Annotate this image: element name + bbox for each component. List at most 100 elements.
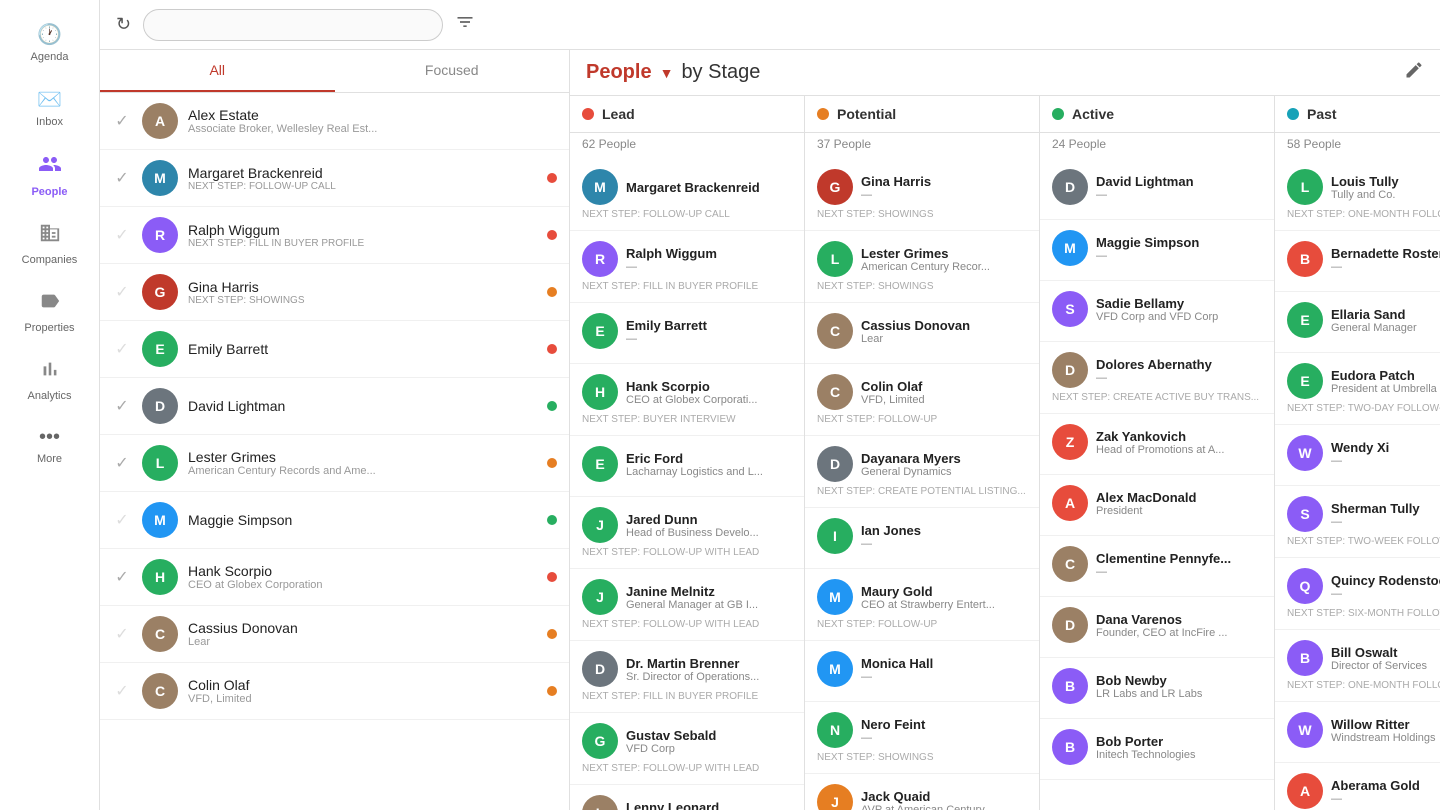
- card-text: Gina Harris —: [861, 174, 931, 201]
- item-name: Colin Olaf: [188, 677, 537, 693]
- kanban-card[interactable]: D Dr. Martin Brenner Sr. Director of Ope…: [570, 641, 804, 713]
- list-item[interactable]: ✓ D David Lightman: [100, 378, 569, 435]
- kanban-card[interactable]: Z Zak Yankovich Head of Promotions at A.…: [1040, 414, 1274, 475]
- card-name: Ian Jones: [861, 523, 921, 538]
- avatar: D: [1052, 607, 1088, 643]
- kanban-card[interactable]: W Wendy Xi —: [1275, 425, 1440, 486]
- card-text: Colin Olaf VFD, Limited: [861, 379, 925, 406]
- list-item[interactable]: ✓ E Emily Barrett: [100, 321, 569, 378]
- kanban-card[interactable]: N Nero Feint — NEXT STEP: SHOWINGS: [805, 702, 1039, 774]
- kanban-card[interactable]: B Bernadette Rostenko... —: [1275, 231, 1440, 292]
- list-item[interactable]: ✓ H Hank Scorpio CEO at Globex Corporati…: [100, 549, 569, 606]
- card-sub: —: [1331, 588, 1440, 600]
- kanban-card[interactable]: Q Quincy Rodenstock — NEXT STEP: SIX-MON…: [1275, 558, 1440, 630]
- avatar: M: [142, 160, 178, 196]
- avatar: D: [817, 446, 853, 482]
- kanban-card[interactable]: J Jack Quaid AVP at American Century... …: [805, 774, 1039, 810]
- kanban-card[interactable]: S Sadie Bellamy VFD Corp and VFD Corp: [1040, 281, 1274, 342]
- kanban-card[interactable]: D David Lightman —: [1040, 159, 1274, 220]
- list-item[interactable]: ✓ C Cassius Donovan Lear: [100, 606, 569, 663]
- item-sub: American Century Records and Ame...: [188, 465, 537, 477]
- kanban-card[interactable]: E Eudora Patch President at Umbrella Lab…: [1275, 353, 1440, 425]
- kanban-card[interactable]: E Emily Barrett —: [570, 303, 804, 364]
- filter-button[interactable]: [451, 8, 479, 41]
- status-dot: [547, 230, 557, 240]
- list-item[interactable]: ✓ G Gina Harris NEXT STEP: SHOWINGS: [100, 264, 569, 321]
- card-name: Bob Newby: [1096, 673, 1202, 688]
- kanban-card[interactable]: E Eric Ford Lacharnay Logistics and L...: [570, 436, 804, 497]
- sidebar-item-analytics[interactable]: Analytics: [0, 346, 99, 414]
- kanban-card[interactable]: C Cassius Donovan Lear: [805, 303, 1039, 364]
- kanban-card[interactable]: G Gustav Sebald VFD Corp NEXT STEP: FOLL…: [570, 713, 804, 785]
- card-sub: —: [861, 538, 921, 550]
- sidebar-item-properties[interactable]: Properties: [0, 278, 99, 346]
- kanban-card[interactable]: B Bob Porter Initech Technologies: [1040, 719, 1274, 780]
- kanban-card[interactable]: I Ian Jones —: [805, 508, 1039, 569]
- sidebar-item-companies[interactable]: Companies: [0, 210, 99, 278]
- card-sub: —: [1331, 516, 1420, 528]
- sidebar-item-people[interactable]: People: [0, 140, 99, 210]
- card-person: C Colin Olaf VFD, Limited: [817, 374, 1027, 410]
- kanban-card[interactable]: M Margaret Brackenreid NEXT STEP: FOLLOW…: [570, 159, 804, 231]
- kanban-card[interactable]: W Willow Ritter Windstream Holdings: [1275, 702, 1440, 763]
- kanban-card[interactable]: B Bob Newby LR Labs and LR Labs: [1040, 658, 1274, 719]
- kanban-card[interactable]: R Ralph Wiggum — NEXT STEP: FILL IN BUYE…: [570, 231, 804, 303]
- card-text: Willow Ritter Windstream Holdings: [1331, 717, 1436, 744]
- kanban-card[interactable]: D Dana Varenos Founder, CEO at IncFire .…: [1040, 597, 1274, 658]
- kanban-card[interactable]: A Aberama Gold — NEXT STEP: TWO-DAY FOLL…: [1275, 763, 1440, 810]
- kanban-card[interactable]: D Dayanara Myers General Dynamics NEXT S…: [805, 436, 1039, 508]
- avatar: C: [817, 374, 853, 410]
- card-person: G Gustav Sebald VFD Corp: [582, 723, 792, 759]
- sidebar-item-agenda[interactable]: 🕐 Agenda: [0, 10, 99, 75]
- list-item[interactable]: ✓ M Maggie Simpson: [100, 492, 569, 549]
- card-text: Maggie Simpson —: [1096, 235, 1199, 262]
- card-sub: —: [1096, 250, 1199, 262]
- check-icon: ✓: [112, 396, 132, 416]
- avatar: B: [1287, 241, 1323, 277]
- tab-all[interactable]: All: [100, 50, 335, 92]
- card-sub: CEO at Globex Corporati...: [626, 394, 757, 406]
- search-input[interactable]: [143, 9, 443, 41]
- kanban-card[interactable]: C Clementine Pennyfe... —: [1040, 536, 1274, 597]
- list-item[interactable]: ✓ M Margaret Brackenreid NEXT STEP: FOLL…: [100, 150, 569, 207]
- item-sub: CEO at Globex Corporation: [188, 579, 537, 591]
- kanban-card[interactable]: L Lenny Leonard Manager at Springfield N…: [570, 785, 804, 810]
- tab-focused[interactable]: Focused: [335, 50, 570, 92]
- kanban-card[interactable]: L Louis Tully Tully and Co. NEXT STEP: O…: [1275, 159, 1440, 231]
- refresh-button[interactable]: ↻: [112, 10, 135, 39]
- kanban-card[interactable]: C Colin Olaf VFD, Limited NEXT STEP: FOL…: [805, 364, 1039, 436]
- avatar: J: [817, 784, 853, 810]
- list-item[interactable]: ✓ C Colin Olaf VFD, Limited: [100, 663, 569, 720]
- card-person: M Maury Gold CEO at Strawberry Entert...: [817, 579, 1027, 615]
- kanban-card[interactable]: M Maury Gold CEO at Strawberry Entert...…: [805, 569, 1039, 641]
- card-person: D Dayanara Myers General Dynamics: [817, 446, 1027, 482]
- edit-button[interactable]: [1404, 60, 1424, 85]
- sidebar-item-more[interactable]: ••• More: [0, 414, 99, 477]
- kanban-card[interactable]: L Lester Grimes American Century Recor..…: [805, 231, 1039, 303]
- card-next: NEXT STEP: FOLLOW-UP: [817, 414, 1027, 425]
- kanban-card[interactable]: B Bill Oswalt Director of Services NEXT …: [1275, 630, 1440, 702]
- kanban-card[interactable]: M Monica Hall —: [805, 641, 1039, 702]
- list-item[interactable]: ✓ L Lester Grimes American Century Recor…: [100, 435, 569, 492]
- kanban-card[interactable]: J Janine Melnitz General Manager at GB I…: [570, 569, 804, 641]
- kanban-card[interactable]: J Jared Dunn Head of Business Develo... …: [570, 497, 804, 569]
- card-sub: Sr. Director of Operations...: [626, 671, 759, 683]
- kanban-card[interactable]: G Gina Harris — NEXT STEP: SHOWINGS: [805, 159, 1039, 231]
- kanban-card[interactable]: H Hank Scorpio CEO at Globex Corporati..…: [570, 364, 804, 436]
- card-next: NEXT STEP: SHOWINGS: [817, 752, 1027, 763]
- dropdown-arrow[interactable]: ▼: [660, 65, 674, 81]
- item-name: Hank Scorpio: [188, 563, 537, 579]
- kanban-card[interactable]: D Dolores Abernathy — NEXT STEP: CREATE …: [1040, 342, 1274, 414]
- list-item[interactable]: ✓ A Alex Estate Associate Broker, Welles…: [100, 93, 569, 150]
- card-text: Gustav Sebald VFD Corp: [626, 728, 716, 755]
- kanban-card[interactable]: A Alex MacDonald President: [1040, 475, 1274, 536]
- card-sub: Director of Services: [1331, 660, 1427, 672]
- sidebar-item-inbox[interactable]: ✉️ Inbox: [0, 75, 99, 140]
- board-header: People ▼ by Stage: [570, 50, 1440, 96]
- list-item[interactable]: ✓ R Ralph Wiggum NEXT STEP: FILL IN BUYE…: [100, 207, 569, 264]
- main-area: ↻ All Focused ✓ A Alex Estate Associate …: [100, 0, 1440, 810]
- kanban-card[interactable]: S Sherman Tully — NEXT STEP: TWO-WEEK FO…: [1275, 486, 1440, 558]
- card-text: Dolores Abernathy —: [1096, 357, 1212, 384]
- kanban-card[interactable]: M Maggie Simpson —: [1040, 220, 1274, 281]
- kanban-card[interactable]: E Ellaria Sand General Manager: [1275, 292, 1440, 353]
